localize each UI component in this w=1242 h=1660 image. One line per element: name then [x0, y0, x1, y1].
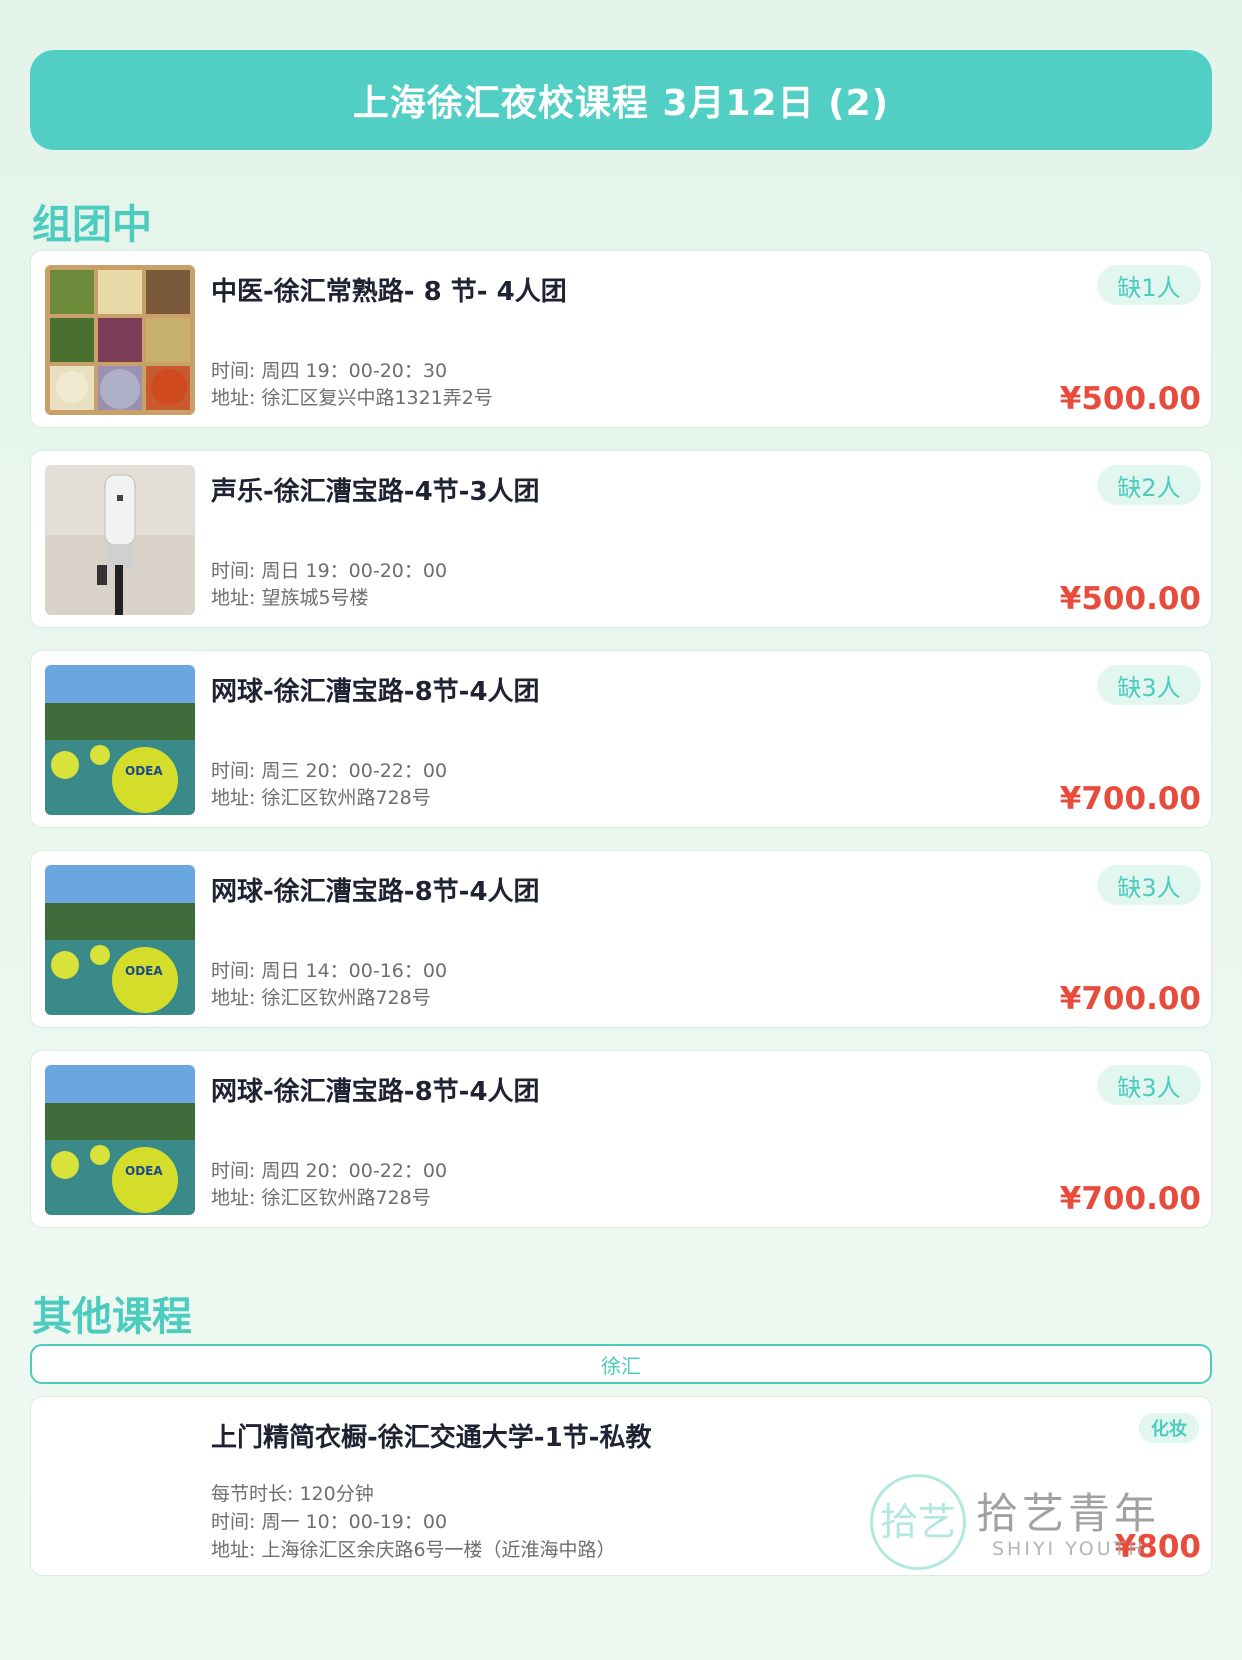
course-thumbnail-tennis: ODEA: [45, 1065, 195, 1215]
course-price: ¥700.00: [1059, 1181, 1201, 1217]
course-address: 地址: 上海徐汇区余庆路6号一楼（近淮海中路）: [211, 1539, 616, 1561]
svg-text:ODEA: ODEA: [125, 764, 163, 778]
course-price: ¥700.00: [1059, 981, 1201, 1017]
spots-left-badge: 缺3人: [1097, 665, 1201, 705]
watermark-logo-icon: 拾艺: [870, 1474, 966, 1570]
course-address: 地址: 徐汇区钦州路728号: [211, 1187, 431, 1209]
course-address: 地址: 徐汇区钦州路728号: [211, 787, 431, 809]
course-title: 中医-徐汇常熟路- 8 节- 4人团: [211, 277, 567, 307]
course-card[interactable]: 声乐-徐汇漕宝路-4节-3人团 时间: 周日 19：00-20：00 地址: 望…: [30, 450, 1212, 628]
course-title: 网球-徐汇漕宝路-8节-4人团: [211, 677, 540, 707]
course-thumbnail-tennis: ODEA: [45, 665, 195, 815]
spots-left-badge: 缺2人: [1097, 465, 1201, 505]
page-header: 上海徐汇夜校课程 3月12日 (2): [30, 50, 1212, 150]
course-time: 时间: 周四 19：00-20：30: [211, 360, 448, 382]
course-card[interactable]: ODEA 网球-徐汇漕宝路-8节-4人团 时间: 周三 20：00-22：00 …: [30, 650, 1212, 828]
course-card[interactable]: ODEA 网球-徐汇漕宝路-8节-4人团 时间: 周日 14：00-16：00 …: [30, 850, 1212, 1028]
course-thumbnail-tennis: ODEA: [45, 865, 195, 1015]
district-filter-label: 徐汇: [601, 1353, 641, 1378]
page-title: 上海徐汇夜校课程 3月12日 (2): [352, 83, 890, 124]
district-filter-tab[interactable]: 徐汇: [30, 1344, 1212, 1384]
watermark-text-cn: 拾艺青年: [976, 1489, 1161, 1538]
course-address: 地址: 徐汇区复兴中路1321弄2号: [211, 387, 493, 409]
course-price: ¥500.00: [1059, 381, 1201, 417]
course-address: 地址: 徐汇区钦州路728号: [211, 987, 431, 1009]
section-title-grouping: 组团中: [32, 202, 152, 248]
course-thumbnail-microphone: [45, 465, 195, 615]
spots-left-badge: 缺3人: [1097, 1065, 1201, 1105]
spots-left-badge: 缺3人: [1097, 865, 1201, 905]
course-card[interactable]: 中医-徐汇常熟路- 8 节- 4人团 时间: 周四 19：00-20：30 地址…: [30, 250, 1212, 428]
watermark-text-en: SHIYI YOUTH: [992, 1538, 1146, 1560]
course-time: 时间: 周四 20：00-22：00: [211, 1160, 448, 1182]
course-duration: 每节时长: 120分钟: [211, 1483, 374, 1505]
course-time: 时间: 周一 10：00-19：00: [211, 1511, 448, 1533]
course-title: 声乐-徐汇漕宝路-4节-3人团: [211, 477, 540, 507]
course-address: 地址: 望族城5号楼: [211, 587, 369, 609]
course-time: 时间: 周三 20：00-22：00: [211, 760, 448, 782]
course-time: 时间: 周日 19：00-20：00: [211, 560, 448, 582]
category-tag: 化妆: [1139, 1413, 1199, 1443]
spots-left-badge: 缺1人: [1097, 265, 1201, 305]
course-title: 网球-徐汇漕宝路-8节-4人团: [211, 1077, 540, 1107]
svg-text:ODEA: ODEA: [125, 964, 163, 978]
course-thumbnail-herbs: [45, 265, 195, 415]
course-card[interactable]: ODEA 网球-徐汇漕宝路-8节-4人团 时间: 周四 20：00-22：00 …: [30, 1050, 1212, 1228]
course-title: 上门精简衣橱-徐汇交通大学-1节-私教: [211, 1423, 652, 1453]
course-time: 时间: 周日 14：00-16：00: [211, 960, 448, 982]
svg-text:ODEA: ODEA: [125, 1164, 163, 1178]
course-price: ¥500.00: [1059, 581, 1201, 617]
section-title-other: 其他课程: [32, 1294, 192, 1340]
course-price: ¥700.00: [1059, 781, 1201, 817]
watermark: 拾艺 拾艺青年 SHIYI YOUTH: [870, 1474, 1180, 1584]
course-title: 网球-徐汇漕宝路-8节-4人团: [211, 877, 540, 907]
